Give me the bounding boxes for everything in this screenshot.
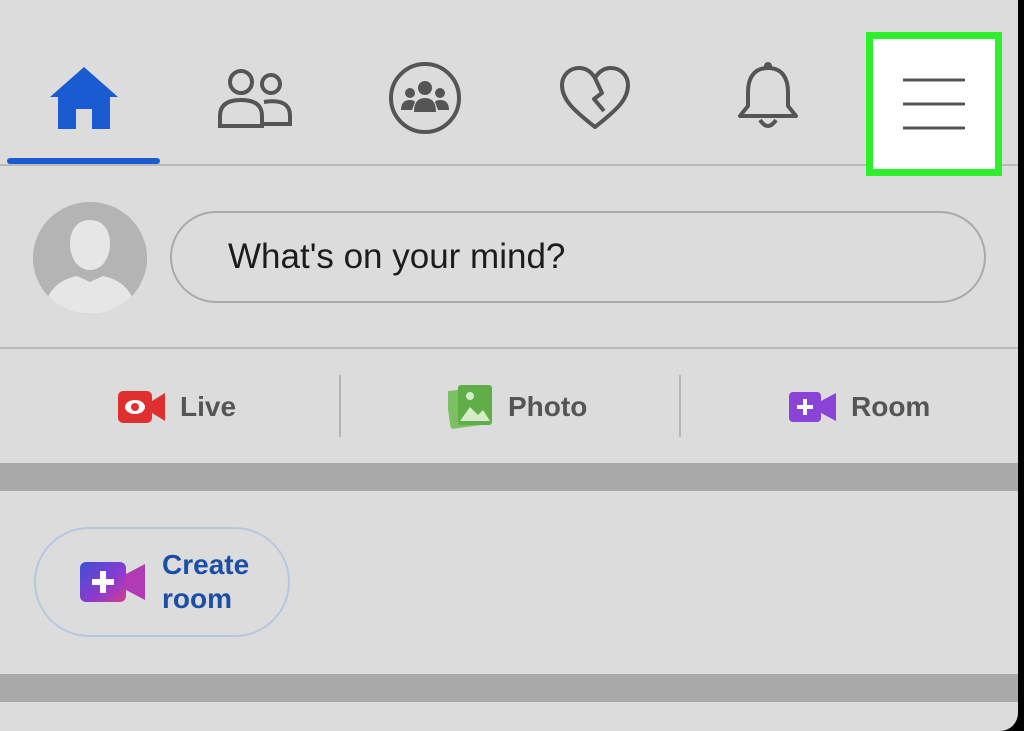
tab-friends[interactable] bbox=[205, 52, 305, 144]
bell-icon bbox=[738, 62, 798, 128]
action-divider bbox=[679, 375, 681, 437]
live-button[interactable]: Live bbox=[118, 380, 236, 434]
tab-notifications[interactable] bbox=[718, 52, 818, 144]
avatar[interactable] bbox=[33, 202, 147, 314]
composer-placeholder: What's on your mind? bbox=[228, 237, 566, 276]
create-room-video-icon bbox=[80, 562, 145, 602]
photo-button[interactable]: Photo bbox=[448, 380, 587, 434]
create-room-label: Create room bbox=[162, 549, 250, 614]
tab-home[interactable] bbox=[34, 52, 134, 144]
hamburger-menu-icon bbox=[903, 78, 965, 130]
photo-icon bbox=[448, 385, 492, 429]
facebook-screen: What's on your mind? Live Photo Room Cre… bbox=[0, 0, 1018, 731]
room-video-icon bbox=[789, 392, 836, 422]
heart-icon bbox=[560, 66, 630, 129]
friends-icon bbox=[218, 69, 292, 128]
section-divider bbox=[0, 463, 1018, 491]
tab-menu[interactable] bbox=[866, 32, 1002, 176]
composer-input[interactable]: What's on your mind? bbox=[170, 211, 986, 303]
room-button[interactable]: Room bbox=[789, 380, 930, 434]
default-avatar-icon bbox=[33, 202, 147, 314]
live-label: Live bbox=[180, 391, 237, 422]
tab-dating[interactable] bbox=[545, 52, 645, 144]
composer-divider bbox=[0, 347, 1018, 349]
live-video-icon bbox=[118, 391, 165, 423]
photo-label: Photo bbox=[508, 391, 588, 422]
action-divider bbox=[339, 375, 341, 437]
create-room-button[interactable]: Create room bbox=[34, 527, 290, 637]
room-label: Room bbox=[851, 391, 931, 422]
home-icon bbox=[50, 67, 118, 129]
top-nav bbox=[0, 0, 1018, 176]
tab-groups[interactable] bbox=[375, 52, 475, 144]
groups-icon bbox=[389, 62, 461, 134]
section-divider bbox=[0, 674, 1018, 702]
